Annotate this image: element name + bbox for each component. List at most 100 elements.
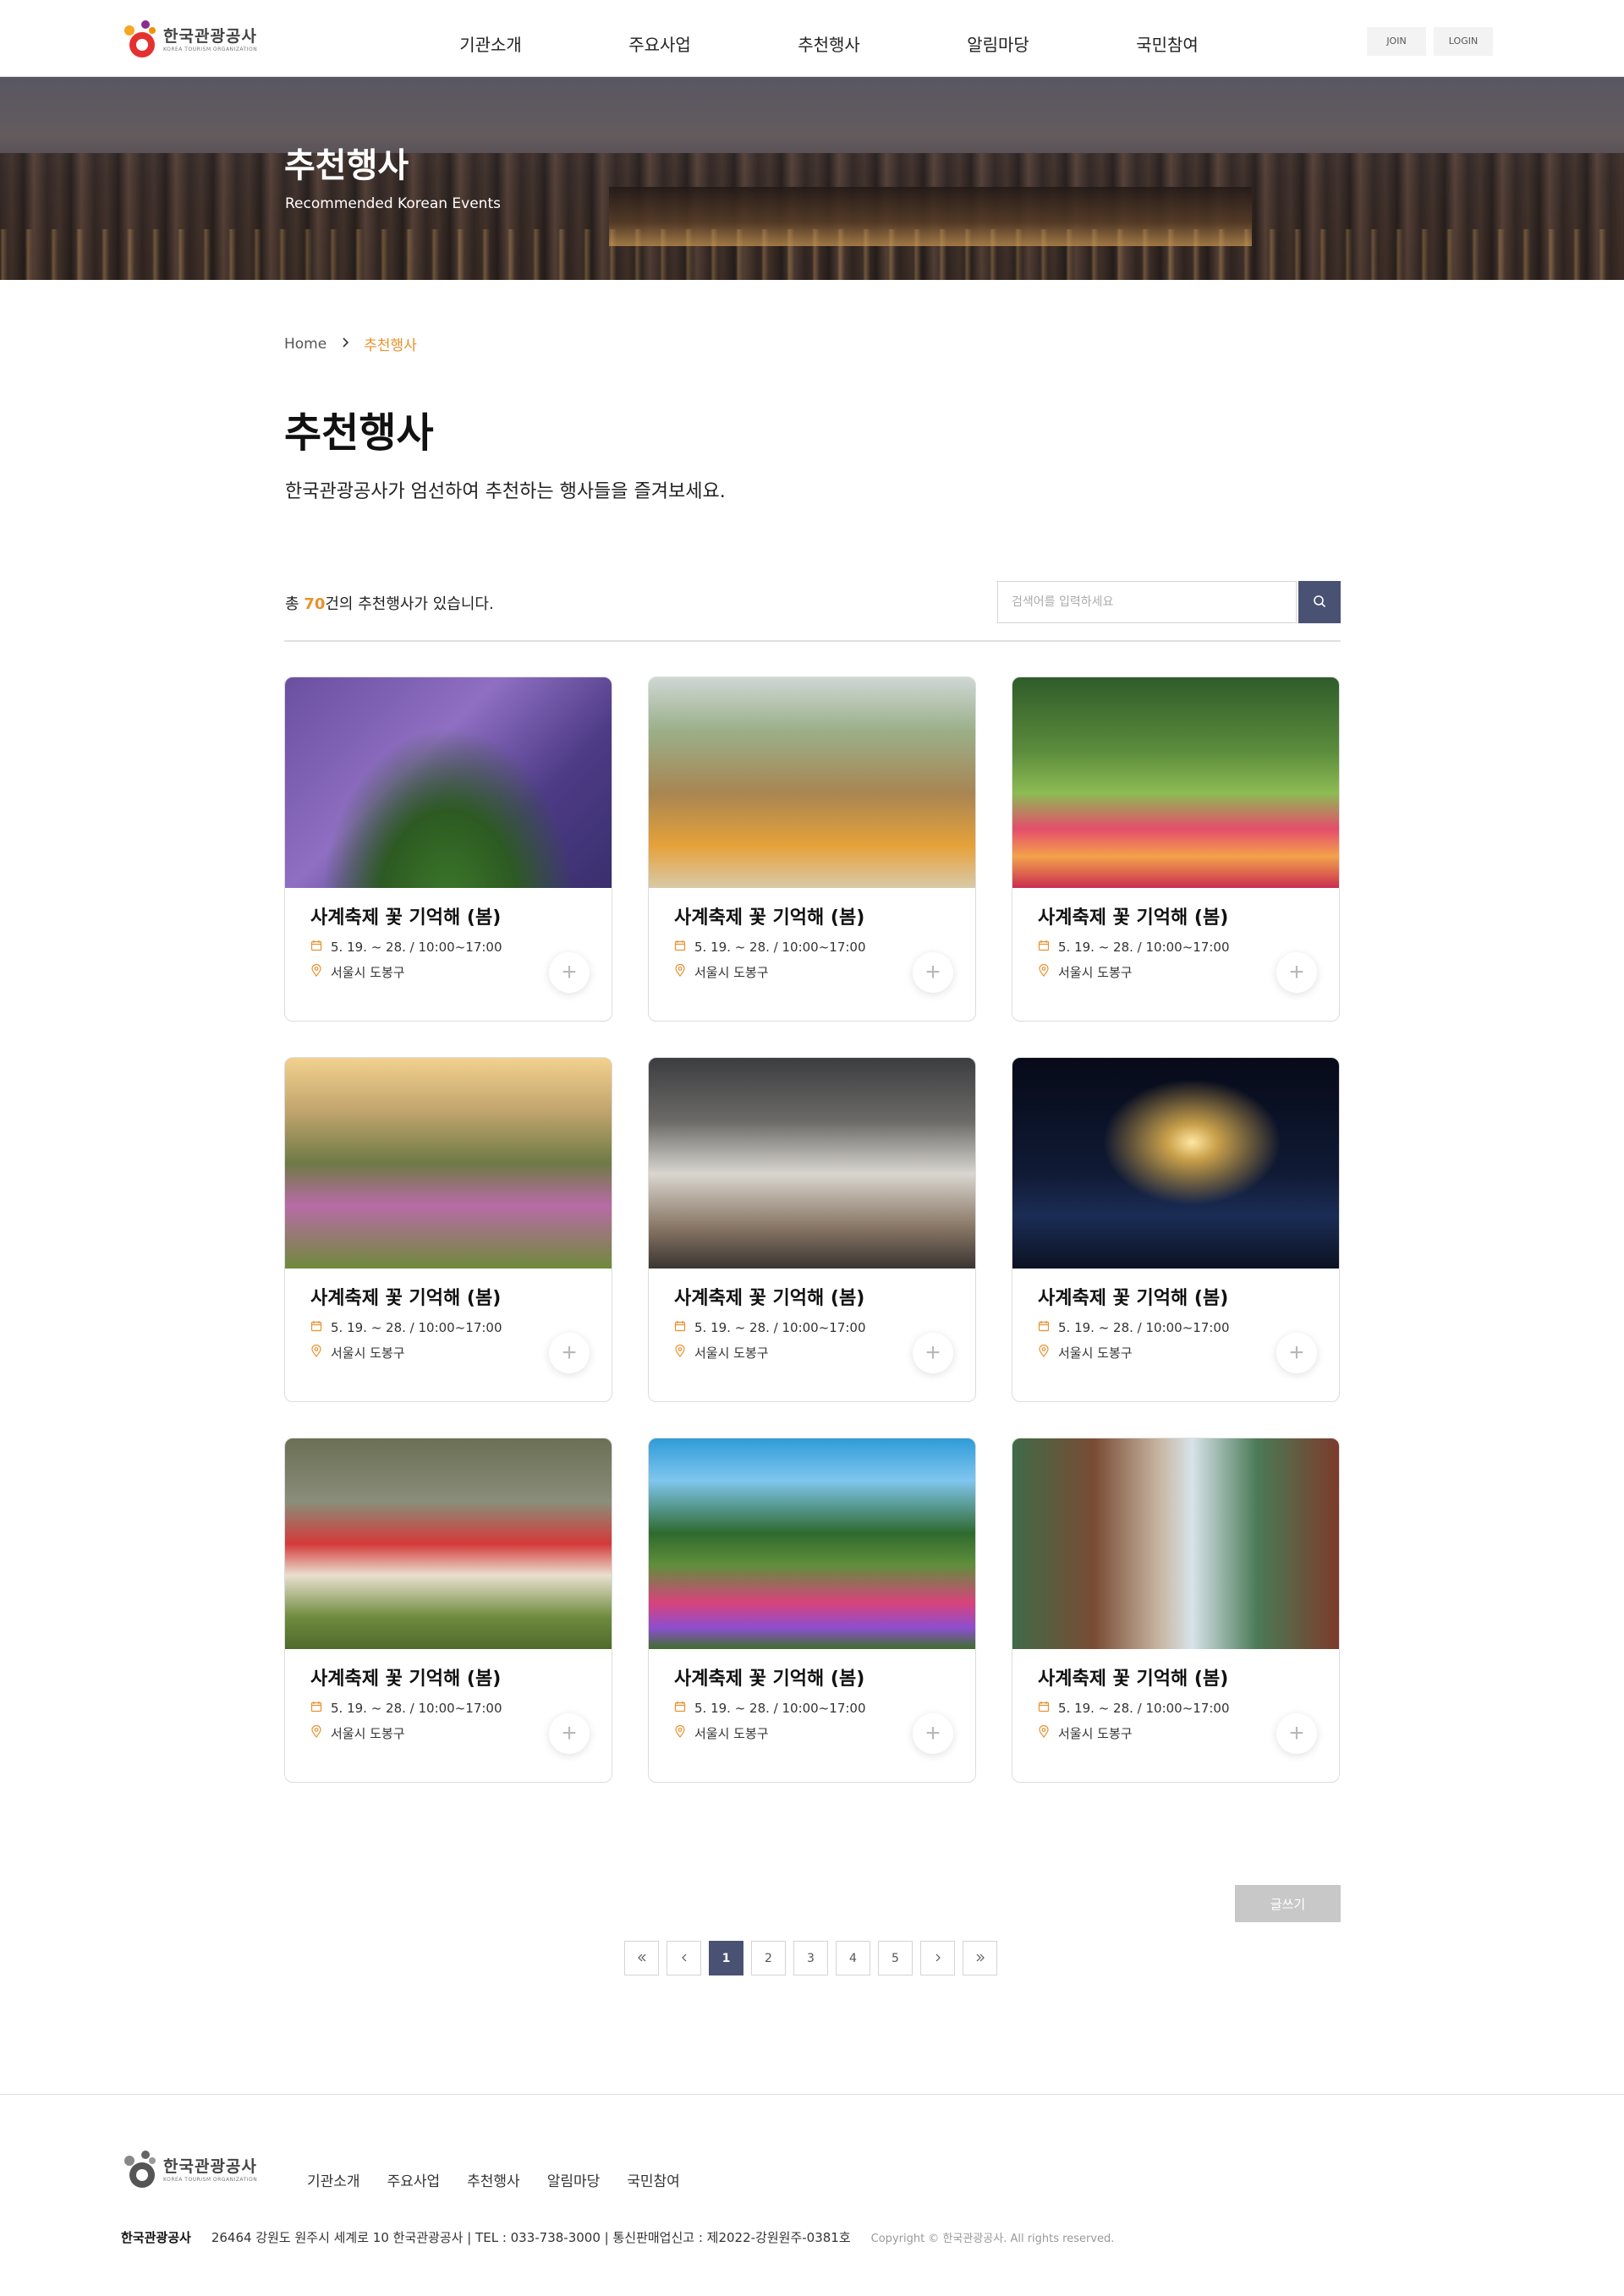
event-title[interactable]: 사계축제 꽃 기억해 (봄) bbox=[674, 1663, 864, 1690]
event-card[interactable]: 사계축제 꽃 기억해 (봄) 5. 19. ~ 28. / 10:00~17:0… bbox=[284, 1438, 612, 1783]
plus-icon[interactable]: + bbox=[1276, 1333, 1317, 1373]
plus-icon[interactable]: + bbox=[913, 1713, 953, 1754]
pagination-next[interactable] bbox=[920, 1941, 955, 1975]
chevron-right-icon bbox=[935, 1952, 941, 1965]
location-pin-icon bbox=[1038, 963, 1050, 980]
footer-nav-about[interactable]: 기관소개 bbox=[307, 2169, 360, 2190]
join-button[interactable]: JOIN bbox=[1367, 27, 1426, 56]
event-thumbnail[interactable] bbox=[1012, 1058, 1339, 1269]
location-pin-icon bbox=[1038, 1344, 1050, 1361]
pagination-prev[interactable] bbox=[667, 1941, 701, 1975]
event-location: 서울시 도봉구 bbox=[1038, 1344, 1133, 1362]
event-location: 서울시 도봉구 bbox=[1038, 1724, 1133, 1742]
event-date: 5. 19. ~ 28. / 10:00~17:00 bbox=[310, 940, 502, 955]
calendar-icon bbox=[310, 1320, 322, 1335]
event-date: 5. 19. ~ 28. / 10:00~17:00 bbox=[674, 1701, 866, 1716]
event-card[interactable]: 사계축제 꽃 기억해 (봄) 5. 19. ~ 28. / 10:00~17:0… bbox=[284, 677, 612, 1022]
event-title[interactable]: 사계축제 꽃 기억해 (봄) bbox=[674, 1283, 864, 1310]
event-date: 5. 19. ~ 28. / 10:00~17:00 bbox=[674, 940, 866, 955]
event-thumbnail[interactable] bbox=[649, 1438, 975, 1649]
event-date: 5. 19. ~ 28. / 10:00~17:00 bbox=[310, 1320, 502, 1335]
event-title[interactable]: 사계축제 꽃 기억해 (봄) bbox=[1038, 1283, 1228, 1310]
event-thumbnail[interactable] bbox=[649, 677, 975, 888]
event-card[interactable]: 사계축제 꽃 기억해 (봄) 5. 19. ~ 28. / 10:00~17:0… bbox=[648, 1438, 976, 1783]
plus-icon[interactable]: + bbox=[1276, 1713, 1317, 1754]
event-location: 서울시 도봉구 bbox=[310, 963, 405, 981]
event-date: 5. 19. ~ 28. / 10:00~17:00 bbox=[674, 1320, 866, 1335]
event-thumbnail[interactable] bbox=[649, 1058, 975, 1269]
footer-nav-events[interactable]: 추천행사 bbox=[467, 2169, 520, 2190]
event-title[interactable]: 사계축제 꽃 기억해 (봄) bbox=[310, 1283, 501, 1310]
event-thumbnail[interactable] bbox=[285, 677, 612, 888]
event-location-text: 서울시 도봉구 bbox=[694, 1726, 769, 1741]
plus-icon[interactable]: + bbox=[913, 952, 953, 993]
calendar-icon bbox=[674, 1320, 686, 1335]
event-location-text: 서울시 도봉구 bbox=[1058, 1726, 1133, 1741]
pagination-page[interactable]: 1 bbox=[709, 1941, 743, 1975]
write-button[interactable]: 글쓰기 bbox=[1235, 1885, 1341, 1922]
page-title: 추천행사 bbox=[284, 409, 434, 457]
logo-mark-icon bbox=[121, 2145, 162, 2191]
nav-item-about[interactable]: 기관소개 bbox=[406, 0, 575, 77]
event-location-text: 서울시 도봉구 bbox=[694, 965, 769, 980]
event-title[interactable]: 사계축제 꽃 기억해 (봄) bbox=[674, 902, 864, 929]
event-thumbnail[interactable] bbox=[285, 1058, 612, 1269]
footer-logo[interactable]: 한국관광공사 KOREA TOURISM ORGANIZATION bbox=[121, 2145, 261, 2191]
login-button[interactable]: LOGIN bbox=[1434, 27, 1493, 56]
footer-info: 한국관광공사 26464 강원도 원주시 세계로 10 한국관광공사 | TEL… bbox=[121, 2228, 1114, 2246]
event-thumbnail[interactable] bbox=[1012, 1438, 1339, 1649]
event-title[interactable]: 사계축제 꽃 기억해 (봄) bbox=[1038, 902, 1228, 929]
event-title[interactable]: 사계축제 꽃 기억해 (봄) bbox=[310, 902, 501, 929]
event-card[interactable]: 사계축제 꽃 기억해 (봄) 5. 19. ~ 28. / 10:00~17:0… bbox=[1012, 1057, 1340, 1402]
plus-icon[interactable]: + bbox=[549, 952, 590, 993]
event-thumbnail[interactable] bbox=[1012, 677, 1339, 888]
pagination-page[interactable]: 2 bbox=[751, 1941, 786, 1975]
event-title[interactable]: 사계축제 꽃 기억해 (봄) bbox=[310, 1663, 501, 1690]
plus-icon[interactable]: + bbox=[1276, 952, 1317, 993]
event-location-text: 서울시 도봉구 bbox=[331, 1726, 405, 1741]
site-header: 한국관광공사 KOREA TOURISM ORGANIZATION 기관소개 주… bbox=[0, 0, 1624, 77]
event-thumbnail[interactable] bbox=[285, 1438, 612, 1649]
calendar-icon bbox=[1038, 1701, 1050, 1716]
pagination-page[interactable]: 4 bbox=[836, 1941, 870, 1975]
banner-subtitle: Recommended Korean Events bbox=[285, 195, 501, 212]
footer-nav-participation[interactable]: 국민참여 bbox=[627, 2169, 680, 2190]
event-location: 서울시 도봉구 bbox=[1038, 963, 1133, 981]
breadcrumb-home[interactable]: Home bbox=[284, 336, 326, 353]
footer-nav-business[interactable]: 주요사업 bbox=[387, 2169, 441, 2190]
search-button[interactable] bbox=[1298, 581, 1341, 623]
nav-item-business[interactable]: 주요사업 bbox=[575, 0, 744, 77]
event-card[interactable]: 사계축제 꽃 기억해 (봄) 5. 19. ~ 28. / 10:00~17:0… bbox=[1012, 677, 1340, 1022]
nav-item-participation[interactable]: 국민참여 bbox=[1083, 0, 1252, 77]
plus-icon[interactable]: + bbox=[549, 1333, 590, 1373]
location-pin-icon bbox=[674, 1724, 686, 1741]
logo-text: 한국관광공사 bbox=[163, 27, 257, 46]
event-card[interactable]: 사계축제 꽃 기억해 (봄) 5. 19. ~ 28. / 10:00~17:0… bbox=[1012, 1438, 1340, 1783]
chevron-left-icon bbox=[681, 1952, 688, 1965]
location-pin-icon bbox=[1038, 1724, 1050, 1741]
pagination-page[interactable]: 5 bbox=[878, 1941, 913, 1975]
calendar-icon bbox=[1038, 940, 1050, 955]
nav-item-notice[interactable]: 알림마당 bbox=[914, 0, 1083, 77]
search-input[interactable] bbox=[997, 581, 1297, 623]
event-date: 5. 19. ~ 28. / 10:00~17:00 bbox=[1038, 1701, 1230, 1716]
result-count: 총 70건의 추천행사가 있습니다. bbox=[285, 595, 494, 613]
event-card[interactable]: 사계축제 꽃 기억해 (봄) 5. 19. ~ 28. / 10:00~17:0… bbox=[648, 677, 976, 1022]
pagination-first[interactable] bbox=[624, 1941, 659, 1975]
site-footer: 한국관광공사 KOREA TOURISM ORGANIZATION 기관소개 주… bbox=[0, 2094, 1624, 2296]
plus-icon[interactable]: + bbox=[549, 1713, 590, 1754]
footer-nav-notice[interactable]: 알림마당 bbox=[547, 2169, 601, 2190]
pagination-last[interactable] bbox=[963, 1941, 997, 1975]
event-date-text: 5. 19. ~ 28. / 10:00~17:00 bbox=[694, 1701, 866, 1716]
nav-item-events[interactable]: 추천행사 bbox=[744, 0, 914, 77]
event-date-text: 5. 19. ~ 28. / 10:00~17:00 bbox=[1058, 940, 1230, 955]
event-title[interactable]: 사계축제 꽃 기억해 (봄) bbox=[1038, 1663, 1228, 1690]
event-card[interactable]: 사계축제 꽃 기억해 (봄) 5. 19. ~ 28. / 10:00~17:0… bbox=[648, 1057, 976, 1402]
footer-org: 한국관광공사 bbox=[121, 2230, 191, 2245]
pagination-page[interactable]: 3 bbox=[793, 1941, 828, 1975]
location-pin-icon bbox=[310, 963, 322, 980]
result-count-number: 70 bbox=[304, 595, 326, 613]
plus-icon[interactable]: + bbox=[913, 1333, 953, 1373]
event-card[interactable]: 사계축제 꽃 기억해 (봄) 5. 19. ~ 28. / 10:00~17:0… bbox=[284, 1057, 612, 1402]
site-logo[interactable]: 한국관광공사 KOREA TOURISM ORGANIZATION bbox=[121, 15, 261, 61]
